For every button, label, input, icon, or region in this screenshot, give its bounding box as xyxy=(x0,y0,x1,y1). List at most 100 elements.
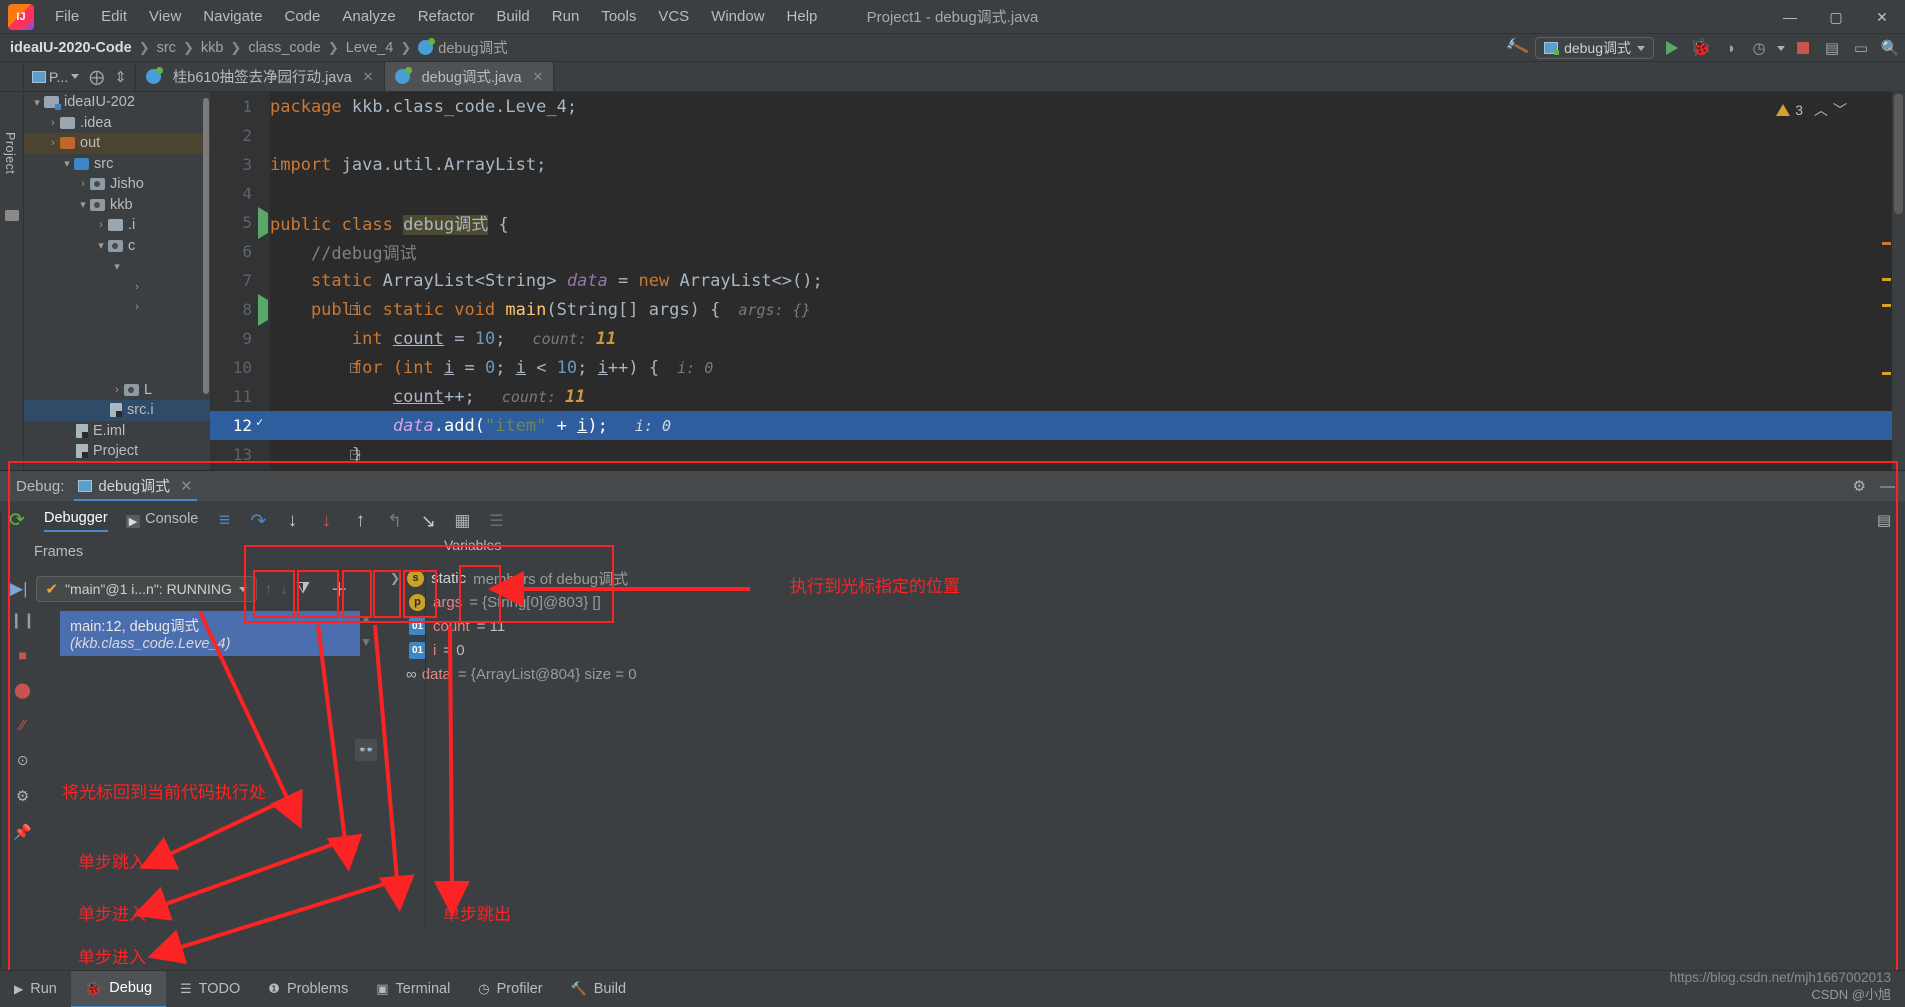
run-button[interactable] xyxy=(1661,37,1683,59)
chevron-right-icon[interactable]: › xyxy=(110,384,124,396)
view-breakpoints-icon[interactable]: ⬤ xyxy=(14,681,31,699)
menu-item-help[interactable]: Help xyxy=(776,4,829,29)
maximize-button[interactable]: ▢ xyxy=(1813,0,1859,34)
chevron-down-icon[interactable]: ▾ xyxy=(94,239,108,252)
minimize-icon[interactable]: — xyxy=(1880,478,1895,495)
debug-sub-tabs[interactable]: Debugger ▶ Console xyxy=(34,510,198,532)
step-over-icon[interactable]: ↷ xyxy=(246,509,270,533)
layout-settings-icon[interactable]: ☰ xyxy=(484,509,508,533)
chevron-down-icon[interactable] xyxy=(1777,45,1785,51)
step-into-icon[interactable]: ↓ xyxy=(280,509,304,533)
status-button-run[interactable]: ▶ Run xyxy=(0,971,71,1007)
chevron-right-icon[interactable]: › xyxy=(94,219,108,231)
watches-icon[interactable]: 👓 xyxy=(355,739,378,761)
search-button[interactable]: 🔍 xyxy=(1879,37,1901,59)
tree-node-c[interactable]: ▾ c xyxy=(24,236,210,257)
tree-node-jisho[interactable]: › Jisho xyxy=(24,174,210,195)
tree-node-inner-3[interactable]: › xyxy=(24,297,210,318)
code-editor[interactable]: 1 package kkb.class_code.Leve_4; 2 3 imp… xyxy=(210,92,1905,529)
rerun-icon[interactable]: ⟳ xyxy=(9,509,25,532)
editor-scrollbar[interactable] xyxy=(1892,92,1905,529)
chevron-down-icon[interactable]: ﹀ xyxy=(1833,100,1847,120)
chevron-right-icon[interactable]: › xyxy=(130,301,144,313)
drop-frame-icon[interactable]: ↰ xyxy=(382,509,406,533)
run-to-cursor-icon[interactable]: ↘ xyxy=(416,509,440,533)
menu-item-edit[interactable]: Edit xyxy=(90,4,138,29)
breadcrumb-project[interactable]: ideaIU-2020-Code xyxy=(10,40,132,56)
settings-icon[interactable]: ⚙ xyxy=(16,787,29,805)
debug-session-tab[interactable]: debug调式 ✕ xyxy=(74,471,197,501)
variable-row-i[interactable]: 01 i = 0 xyxy=(390,638,1875,662)
menu-item-view[interactable]: View xyxy=(138,4,192,29)
menu-item-analyze[interactable]: Analyze xyxy=(331,4,406,29)
debug-step-buttons[interactable]: ≡ ↷ ↓ ↓ ↑ ↰ ↘ ▦ ☰ xyxy=(212,509,508,533)
frame-up-icon[interactable]: ↑ xyxy=(265,581,273,598)
tree-node-src[interactable]: ▾ src xyxy=(24,154,210,175)
force-step-into-icon[interactable]: ↓ xyxy=(314,509,338,533)
stop-button[interactable] xyxy=(1792,37,1814,59)
show-execution-point-icon[interactable]: ≡ xyxy=(212,509,236,533)
project-tool-window-button[interactable]: Project xyxy=(3,132,17,174)
close-icon[interactable]: ✕ xyxy=(533,69,544,85)
status-button-problems[interactable]: ❶ Problems xyxy=(254,971,362,1007)
status-button-build[interactable]: 🔨 Build xyxy=(557,971,640,1007)
chevron-up-icon[interactable]: ︿ xyxy=(1814,100,1828,120)
menu-item-window[interactable]: Window xyxy=(700,4,775,29)
run-gutter-icon[interactable] xyxy=(258,206,268,239)
add-watch-icon[interactable]: ＋ xyxy=(330,576,348,602)
tree-node-project[interactable]: ▾ ideaIU-202 xyxy=(24,92,210,113)
frame-stack-item[interactable]: main:12, debug调式 (kkb.class_code.Leve_4) xyxy=(60,611,360,656)
breadcrumb-leve4[interactable]: Leve_4 xyxy=(346,40,394,56)
gear-icon[interactable]: ⚙ xyxy=(1853,477,1866,495)
resume-program-icon[interactable]: ▶| xyxy=(10,579,28,599)
editor-tab-2[interactable]: debug调式.java ✕ xyxy=(384,62,555,91)
close-button[interactable]: ✕ xyxy=(1859,0,1905,34)
menu-item-tools[interactable]: Tools xyxy=(590,4,647,29)
pause-icon[interactable]: ❙❙ xyxy=(10,611,35,629)
status-button-terminal[interactable]: ▣ Terminal xyxy=(362,971,464,1007)
mute-breakpoints-icon[interactable]: ⁄⁄ xyxy=(20,717,25,734)
variables-panel[interactable]: ❯ s static members of debug调式 p args = {… xyxy=(390,566,1875,686)
status-button-todo[interactable]: ☰ TODO xyxy=(166,971,254,1007)
tree-node-src-iml[interactable]: src.i xyxy=(24,400,210,421)
variable-row-static[interactable]: ❯ s static members of debug调式 xyxy=(390,566,1875,590)
chevron-down-icon[interactable]: ▾ xyxy=(30,96,44,109)
tree-node-kkb[interactable]: ▾ kkb xyxy=(24,195,210,216)
breadcrumb-kkb[interactable]: kkb xyxy=(201,40,224,56)
close-icon[interactable]: ✕ xyxy=(363,69,374,85)
frame-stack-list[interactable]: main:12, debug调式 (kkb.class_code.Leve_4) xyxy=(60,611,360,656)
scroll-down-icon[interactable]: ▼ xyxy=(360,635,372,649)
chevron-right-icon[interactable]: › xyxy=(46,137,60,149)
breadcrumb-class[interactable]: debug调式 xyxy=(438,37,507,58)
tree-node-project-file[interactable]: Project xyxy=(24,441,210,462)
menu-item-code[interactable]: Code xyxy=(273,4,331,29)
tree-node-inner-1[interactable]: ▾ xyxy=(24,256,210,277)
status-button-profiler[interactable]: ◷ Profiler xyxy=(464,971,556,1007)
project-view-selector[interactable]: P... xyxy=(32,69,80,85)
breadcrumb-class-code[interactable]: class_code xyxy=(248,40,321,56)
inspection-status[interactable]: 3 ︿ ﹀ xyxy=(1776,100,1847,120)
pin-icon[interactable]: 📌 xyxy=(13,823,32,841)
project-tree[interactable]: ▾ ideaIU-202 › .idea › out ▾ src › Jisho… xyxy=(24,92,210,529)
status-button-debug[interactable]: 🐞 Debug xyxy=(70,970,167,1007)
menu-item-run[interactable]: Run xyxy=(541,4,591,29)
filter-icon[interactable]: ⧩ xyxy=(296,580,310,598)
tree-node-e-iml[interactable]: E.iml xyxy=(24,421,210,442)
menu-item-build[interactable]: Build xyxy=(485,4,540,29)
chevron-right-icon[interactable]: › xyxy=(46,117,60,129)
run-configuration-selector[interactable]: debug调式 xyxy=(1535,37,1654,59)
tree-node-inner-2[interactable]: › xyxy=(24,277,210,298)
variable-row-count[interactable]: 01 count = 11 xyxy=(390,614,1875,638)
project-structure-button[interactable]: ▤ xyxy=(1821,37,1843,59)
chevron-down-icon[interactable]: ▾ xyxy=(110,260,124,273)
tree-node-out[interactable]: › out xyxy=(24,133,210,154)
breadcrumb-src[interactable]: src xyxy=(157,40,176,56)
menu-item-file[interactable]: File xyxy=(44,4,90,29)
restore-layout-icon[interactable]: ▤ xyxy=(1877,511,1891,529)
scrollbar-thumb[interactable] xyxy=(1894,94,1903,214)
tab-console[interactable]: Console xyxy=(145,511,198,531)
menu-item-refactor[interactable]: Refactor xyxy=(407,4,486,29)
chevron-down-icon[interactable]: ▾ xyxy=(60,157,74,170)
profile-button[interactable]: ◷ xyxy=(1748,37,1770,59)
step-out-icon[interactable]: ↑ xyxy=(348,509,372,533)
